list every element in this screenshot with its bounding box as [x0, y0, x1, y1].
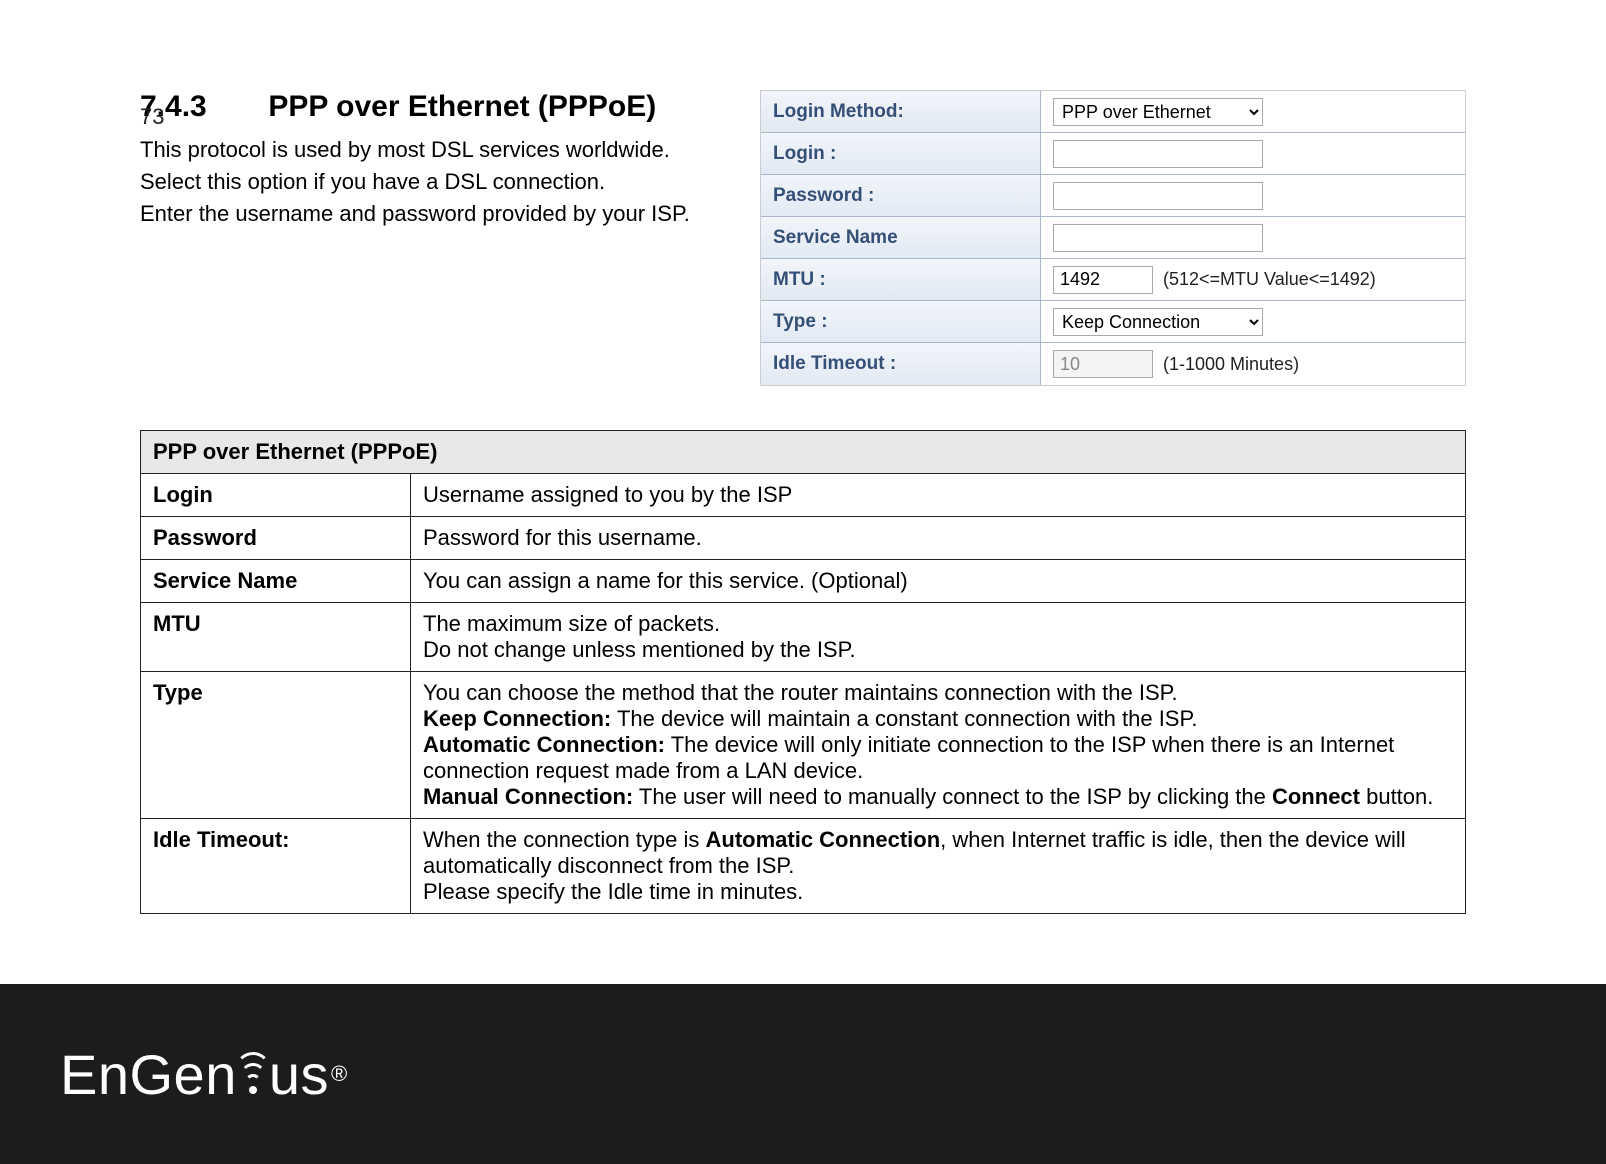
mtu-label: MTU : [761, 259, 1041, 300]
intro-column: 7.4.3 PPP over Ethernet (PPPoE) This pro… [140, 90, 730, 230]
table-row: Service Name You can assign a name for t… [141, 560, 1466, 603]
login-label: Login : [761, 133, 1041, 174]
login-input[interactable] [1053, 140, 1263, 168]
description-table: PPP over Ethernet (PPPoE) Login Username… [140, 430, 1466, 914]
section-title: PPP over Ethernet (PPPoE) [268, 90, 656, 123]
table-row: MTU The maximum size of packets. Do not … [141, 603, 1466, 672]
desc-line: Please specify the Idle time in minutes. [423, 879, 803, 904]
intro-line: Select this option if you have a DSL con… [140, 166, 730, 198]
desc-cell: You can assign a name for this service. … [411, 560, 1466, 603]
service-name-input[interactable] [1053, 224, 1263, 252]
desc-line: You can choose the method that the route… [423, 680, 1178, 705]
intro-text: This protocol is used by most DSL servic… [140, 134, 730, 230]
page-footer: EnGen us ® [0, 984, 1606, 1164]
desc-line: The maximum size of packets. [423, 611, 720, 636]
term-cell: Service Name [141, 560, 411, 603]
password-label: Password : [761, 175, 1041, 216]
desc-bold: Automatic Connection [706, 827, 941, 852]
pppoe-form: Login Method: PPP over Ethernet Login : … [760, 90, 1466, 386]
logo-text: EnGen [60, 1042, 237, 1107]
login-method-select[interactable]: PPP over Ethernet [1053, 98, 1263, 126]
desc-bold: Connect [1272, 784, 1360, 809]
desc-bold: Automatic Connection: [423, 732, 665, 757]
intro-line: Enter the username and password provided… [140, 198, 730, 230]
term-cell: Idle Timeout: [141, 819, 411, 914]
idle-timeout-label: Idle Timeout : [761, 343, 1041, 385]
desc-line: The user will need to manually connect t… [633, 784, 1272, 809]
desc-cell: The maximum size of packets. Do not chan… [411, 603, 1466, 672]
mtu-hint: (512<=MTU Value<=1492) [1163, 269, 1376, 290]
table-row: Type You can choose the method that the … [141, 672, 1466, 819]
logo-text: us [269, 1042, 329, 1107]
login-method-label: Login Method: [761, 91, 1041, 132]
desc-bold: Manual Connection: [423, 784, 633, 809]
engenius-logo: EnGen us ® [60, 1042, 348, 1107]
term-cell: Type [141, 672, 411, 819]
idle-timeout-hint: (1-1000 Minutes) [1163, 354, 1299, 375]
desc-line: When the connection type is [423, 827, 706, 852]
table-row: Idle Timeout: When the connection type i… [141, 819, 1466, 914]
page-number: 73 [140, 104, 164, 130]
desc-cell: Password for this username. [411, 517, 1466, 560]
table-header: PPP over Ethernet (PPPoE) [141, 431, 1466, 474]
intro-line: This protocol is used by most DSL servic… [140, 134, 730, 166]
desc-cell: You can choose the method that the route… [411, 672, 1466, 819]
desc-bold: Keep Connection: [423, 706, 611, 731]
service-name-label: Service Name [761, 217, 1041, 258]
desc-line: Do not change unless mentioned by the IS… [423, 637, 856, 662]
desc-cell: When the connection type is Automatic Co… [411, 819, 1466, 914]
section-heading: 7.4.3 PPP over Ethernet (PPPoE) [140, 90, 730, 124]
type-label: Type : [761, 301, 1041, 342]
wifi-icon [235, 1048, 271, 1100]
password-input[interactable] [1053, 182, 1263, 210]
table-row: Login Username assigned to you by the IS… [141, 474, 1466, 517]
idle-timeout-input [1053, 350, 1153, 378]
table-row: Password Password for this username. [141, 517, 1466, 560]
term-cell: Password [141, 517, 411, 560]
desc-cell: Username assigned to you by the ISP [411, 474, 1466, 517]
term-cell: Login [141, 474, 411, 517]
desc-line: The device will maintain a constant conn… [611, 706, 1197, 731]
registered-icon: ® [331, 1061, 348, 1087]
type-select[interactable]: Keep Connection [1053, 308, 1263, 336]
term-cell: MTU [141, 603, 411, 672]
mtu-input[interactable] [1053, 266, 1153, 294]
desc-line: button. [1360, 784, 1433, 809]
